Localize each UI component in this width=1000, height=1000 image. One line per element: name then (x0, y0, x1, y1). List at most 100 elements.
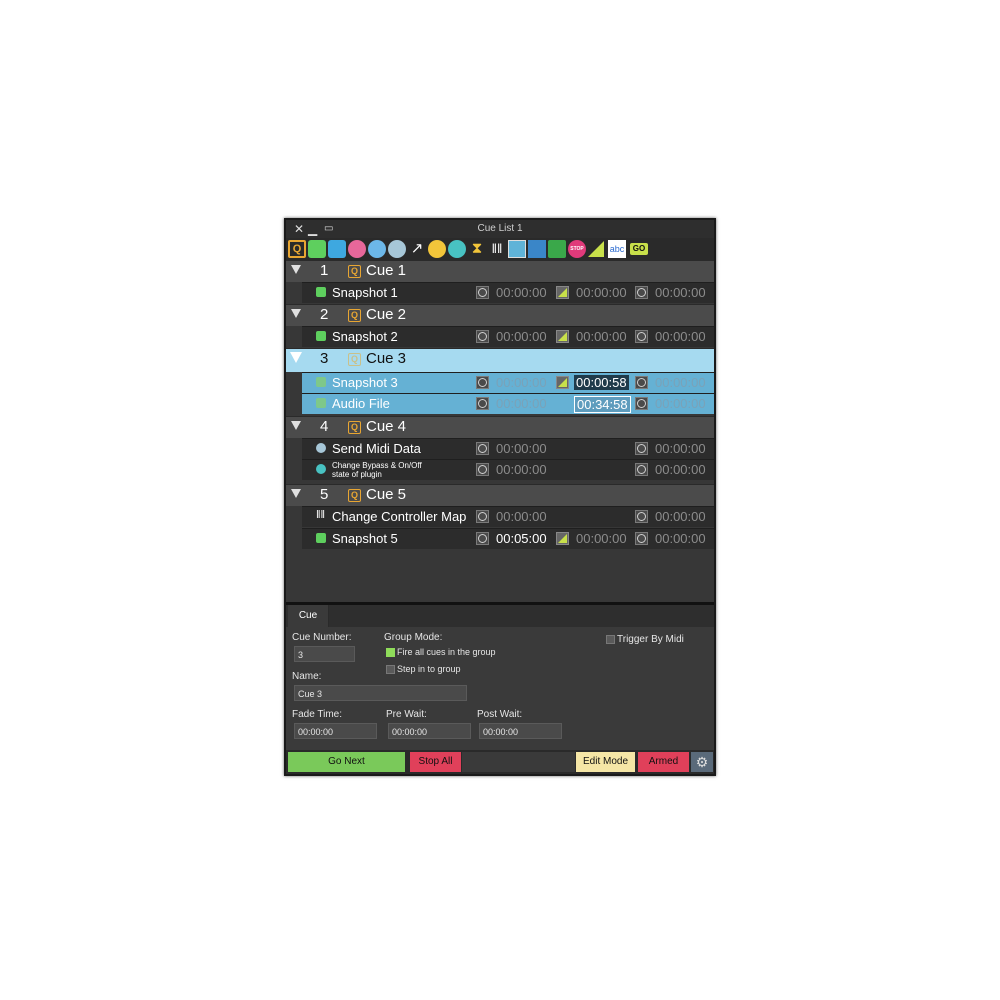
clock-icon (476, 376, 489, 389)
trigger-by-midi-label: Trigger By Midi (617, 634, 684, 645)
collapse-triangle-icon[interactable] (291, 265, 301, 274)
post-wait-time[interactable]: 00:00:00 (655, 531, 706, 546)
pre-wait-field[interactable]: 00:00:00 (388, 723, 471, 739)
cue-row[interactable]: Send Midi Data 00:00:00 00:00:00 (302, 438, 714, 459)
cue-name: Audio File (332, 396, 390, 411)
gear-icon[interactable]: ⚙ (691, 752, 713, 772)
snapshot-icon (316, 287, 326, 297)
tab-cue[interactable]: Cue (288, 605, 329, 627)
trigger-by-midi-checkbox[interactable] (606, 635, 615, 644)
cue-icon: Q (348, 421, 361, 434)
post-wait-time[interactable]: 00:00:00 (655, 375, 706, 390)
edit-mode-button[interactable]: Edit Mode (576, 752, 635, 772)
post-wait-time[interactable]: 00:00:00 (655, 462, 706, 477)
clock-icon (635, 376, 648, 389)
cue-number-field[interactable]: 3 (294, 646, 355, 662)
post-wait-time[interactable]: 00:00:00 (655, 285, 706, 300)
group-cue-4[interactable]: 4 Q Cue 4 (286, 416, 714, 438)
tracks-icon[interactable] (528, 240, 546, 258)
group-cue-5[interactable]: 5 Q Cue 5 (286, 484, 714, 506)
group-name: Cue 4 (366, 418, 407, 435)
cue-name: Snapshot 2 (332, 329, 398, 344)
midi-data-icon (316, 443, 326, 453)
pre-wait-time[interactable]: 00:00:00 (496, 462, 547, 477)
file-duration[interactable]: 00:34:58 (574, 396, 631, 413)
post-wait-time[interactable]: 00:00:00 (655, 441, 706, 456)
plugin-icon[interactable] (368, 240, 386, 258)
camera-icon[interactable] (328, 240, 346, 258)
fade-time[interactable]: 00:00:00 (576, 531, 627, 546)
cue-name: Snapshot 5 (332, 531, 398, 546)
name-field[interactable]: Cue 3 (294, 685, 467, 701)
cue-icon[interactable]: Q (288, 240, 306, 258)
cue-row[interactable]: Change Bypass & On/Off state of plugin 00… (302, 459, 714, 480)
armed-button[interactable]: Armed (638, 752, 689, 772)
pre-wait-time[interactable]: 00:00:00 (496, 441, 547, 456)
group-cue-3[interactable]: 3 Q Cue 3 (286, 348, 714, 372)
collapse-triangle-icon[interactable] (291, 309, 301, 318)
step-in-checkbox[interactable] (386, 665, 395, 674)
step-in-label: Step in to group (397, 664, 461, 674)
pre-wait-time[interactable]: 00:05:00 (496, 531, 547, 546)
go-next-button[interactable]: Go Next (288, 752, 405, 772)
snapshot-icon (316, 331, 326, 341)
clock-icon (635, 397, 648, 410)
midi-icon[interactable] (348, 240, 366, 258)
name-label: Name: (292, 671, 322, 682)
controller-icon[interactable]: ǁǁ (488, 240, 506, 258)
post-wait-time[interactable]: 00:00:00 (655, 329, 706, 344)
cue-row-selected[interactable]: Snapshot 3 00:00:00 00:00:58 00:00:00 (302, 372, 714, 393)
fade-icon (556, 376, 569, 389)
cue-row[interactable]: ǁǁ Change Controller Map 00:00:00 00:00:… (302, 506, 714, 527)
cue-row[interactable]: Snapshot 1 00:00:00 00:00:00 00:00:00 (302, 282, 714, 303)
fade-time[interactable]: 00:00:00 (576, 285, 627, 300)
fade-time[interactable]: 00:00:58 (574, 375, 629, 390)
cue-name: Snapshot 3 (332, 375, 398, 390)
link-icon[interactable]: ↗ (408, 240, 426, 258)
post-wait-time[interactable]: 00:00:00 (655, 396, 706, 411)
go-icon[interactable]: GO (630, 243, 648, 255)
tempo-icon[interactable] (388, 240, 406, 258)
pre-wait-time[interactable]: 00:00:00 (496, 375, 547, 390)
cue-name: Snapshot 1 (332, 285, 398, 300)
group-number: 3 (320, 350, 329, 367)
sync-icon[interactable] (428, 240, 446, 258)
cue-list: 1 Q Cue 1 Snapshot 1 00:00:00 00:00:00 0… (286, 260, 714, 602)
group-number: 4 (320, 418, 329, 435)
post-wait-label: Post Wait: (477, 709, 523, 720)
post-wait-time[interactable]: 00:00:00 (655, 509, 706, 524)
clock-icon (476, 463, 489, 476)
cue-row-selected[interactable]: Audio File 00:00:00 00:34:58 00:00:00 (302, 393, 714, 414)
post-wait-field[interactable]: 00:00:00 (479, 723, 562, 739)
snapshot-icon[interactable] (308, 240, 326, 258)
group-cue-2[interactable]: 2 Q Cue 2 (286, 304, 714, 326)
cue-inspector-panel: Cue Cue Number: 3 Group Mode: Fire all c… (286, 605, 714, 750)
group-cue-1[interactable]: 1 Q Cue 1 (286, 260, 714, 282)
audio-icon[interactable] (548, 240, 566, 258)
group-name: Cue 3 (366, 350, 407, 367)
collapse-triangle-icon[interactable] (291, 489, 301, 498)
fade-icon[interactable] (588, 241, 604, 257)
cue-icon: Q (348, 309, 361, 322)
controller-icon: ǁǁ (316, 509, 326, 521)
collapse-triangle-icon[interactable] (290, 352, 302, 363)
pre-wait-time[interactable]: 00:00:00 (496, 396, 547, 411)
pre-wait-time[interactable]: 00:00:00 (496, 329, 547, 344)
windows-icon[interactable] (508, 240, 526, 258)
text-icon[interactable]: abc (608, 240, 626, 258)
clock-icon (635, 330, 648, 343)
bypass-icon[interactable] (448, 240, 466, 258)
fade-time-field[interactable]: 00:00:00 (294, 723, 377, 739)
pre-wait-time[interactable]: 00:00:00 (496, 509, 547, 524)
metronome-icon[interactable]: ⧗ (468, 240, 486, 258)
cue-row[interactable]: Snapshot 5 00:05:00 00:00:00 00:00:00 (302, 528, 714, 549)
fade-time[interactable]: 00:00:00 (576, 329, 627, 344)
fire-all-checkbox[interactable] (386, 648, 395, 657)
cue-row[interactable]: Snapshot 2 00:00:00 00:00:00 00:00:00 (302, 326, 714, 347)
collapse-triangle-icon[interactable] (291, 421, 301, 430)
stop-icon[interactable]: STOP (568, 240, 586, 258)
footer-bar: Go Next Stop All Edit Mode Armed ⚙ (286, 750, 714, 774)
pre-wait-time[interactable]: 00:00:00 (496, 285, 547, 300)
stop-all-button[interactable]: Stop All (410, 752, 461, 772)
clock-icon (476, 330, 489, 343)
